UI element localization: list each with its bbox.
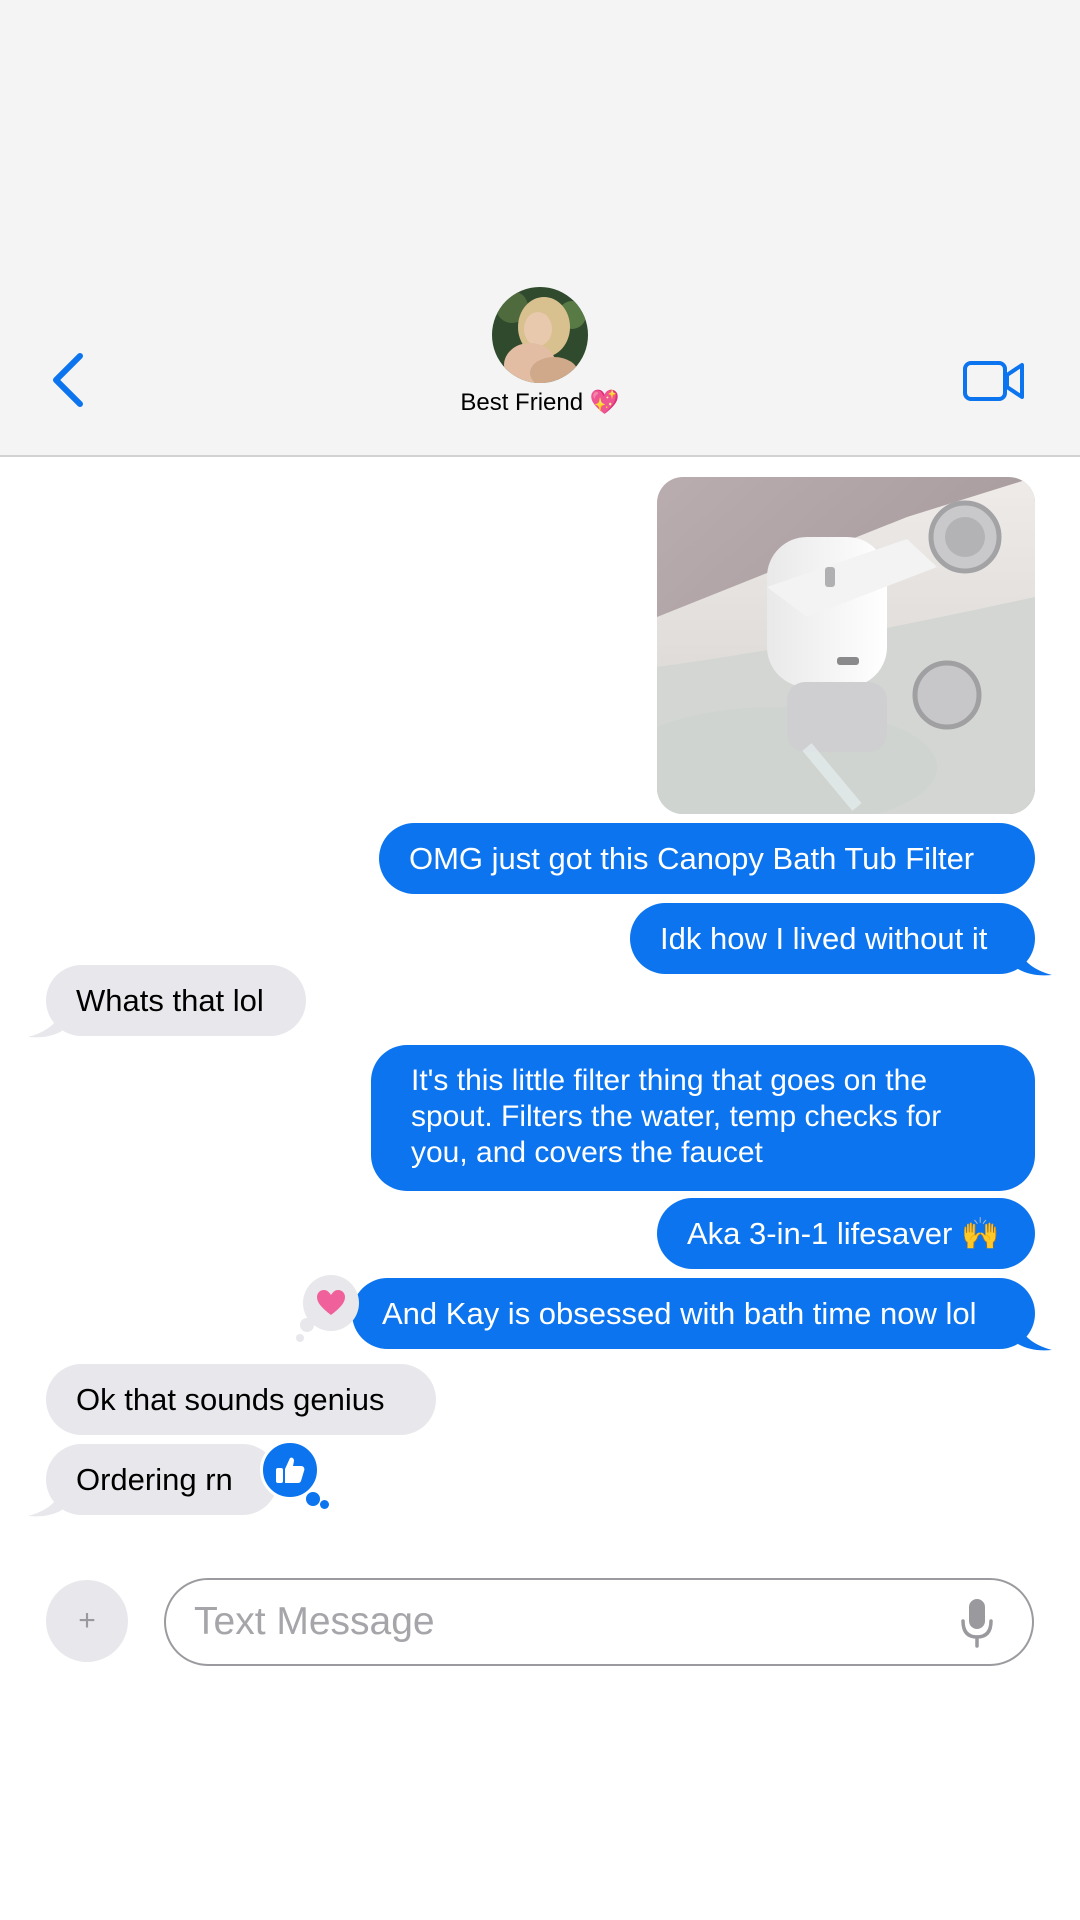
microphone-icon[interactable] — [960, 1597, 994, 1649]
message-bubble-incoming[interactable]: Ok that sounds genius — [46, 1364, 436, 1435]
message-bubble-outgoing[interactable]: Aka 3-in-1 lifesaver 🙌 — [657, 1198, 1035, 1269]
message-bubble-incoming[interactable]: Whats that lol — [46, 965, 306, 1036]
text-message-input[interactable]: Text Message — [164, 1578, 1034, 1666]
message-input-placeholder: Text Message — [194, 1600, 435, 1643]
message-bubble-incoming[interactable]: Ordering rn — [46, 1444, 278, 1515]
avatar[interactable] — [492, 287, 588, 383]
bubble-tail — [28, 1486, 62, 1517]
conversation-header: Best Friend 💖 — [0, 0, 1080, 457]
bubble-tail — [1018, 945, 1052, 976]
message-bubble-outgoing[interactable]: It's this little filter thing that goes … — [371, 1045, 1035, 1191]
message-bubble-outgoing[interactable]: And Kay is obsessed with bath time now l… — [352, 1278, 1035, 1349]
bubble-tail — [1018, 1320, 1052, 1351]
message-bubble-outgoing[interactable]: OMG just got this Canopy Bath Tub Filter — [379, 823, 1035, 894]
message-bubble-outgoing[interactable]: Idk how I lived without it — [630, 903, 1035, 974]
contact-name[interactable]: Best Friend 💖 — [0, 388, 1080, 417]
bath-filter-photo[interactable] — [657, 477, 1035, 814]
add-attachment-button[interactable]: + — [46, 1580, 128, 1662]
thumbs-up-icon — [276, 1457, 305, 1483]
bubble-tail — [28, 1007, 62, 1038]
reaction-dot — [320, 1500, 329, 1509]
reaction-dot — [300, 1318, 314, 1332]
heart-icon — [317, 1290, 345, 1315]
video-camera-icon[interactable] — [962, 357, 1026, 405]
reaction-dot — [296, 1334, 304, 1342]
